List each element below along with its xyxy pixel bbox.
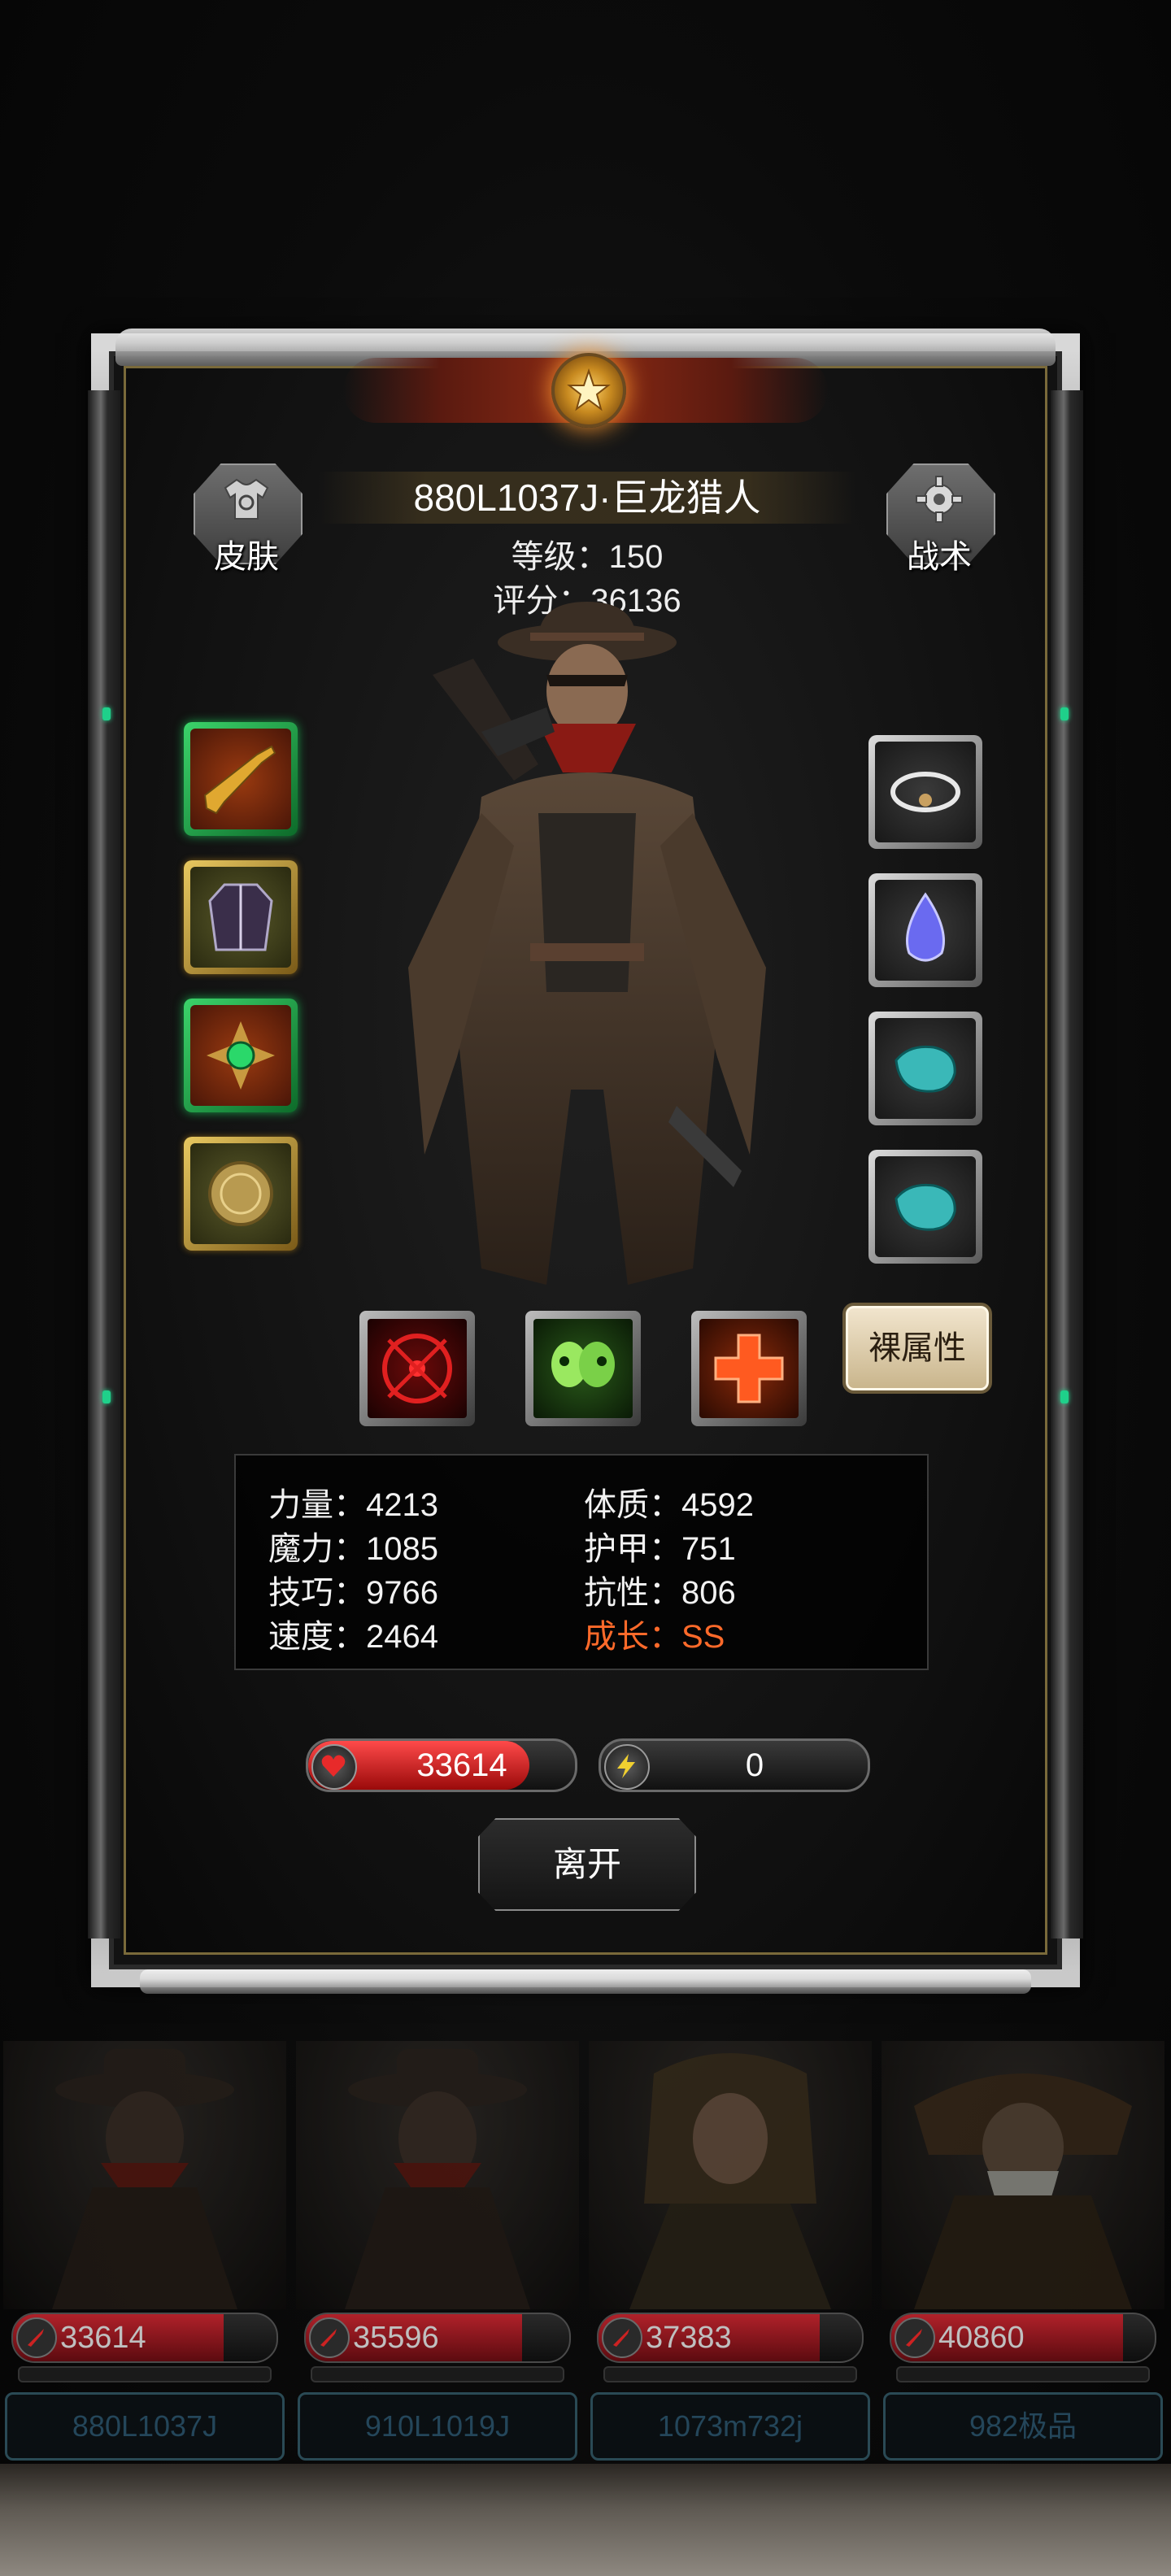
roster-hp-bar: 37383	[597, 2313, 864, 2363]
gear-icon	[916, 476, 963, 523]
roster-sub-bar	[311, 2366, 564, 2382]
tactic-label: 战术	[907, 539, 972, 575]
stat-magic: 魔力：1085	[268, 1531, 438, 1567]
frame-gem	[102, 1390, 111, 1403]
roster-name-box: 1073m732j	[590, 2392, 870, 2461]
tactic-button[interactable]: 战术	[886, 463, 995, 577]
heart-icon	[311, 1744, 357, 1790]
equip-slot-ring[interactable]	[868, 735, 982, 849]
frame-gem	[102, 707, 111, 720]
roster-hp-value: 37383	[646, 2321, 732, 2355]
roster-name: 1073m732j	[657, 2409, 803, 2443]
equip-slot-weapon[interactable]	[184, 722, 298, 836]
heal-cross-icon	[714, 1334, 784, 1403]
equip-slot-gem-3[interactable]	[868, 1150, 982, 1264]
roster-sub-bar	[18, 2366, 272, 2382]
roster-name-box: 982极品	[883, 2392, 1163, 2461]
sword-icon	[16, 2317, 57, 2358]
hero-character-art	[335, 602, 839, 1382]
stat-skill: 技巧：9766	[268, 1575, 438, 1611]
roster-sub-bar	[896, 2366, 1150, 2382]
equip-slot-accessory[interactable]	[184, 999, 298, 1112]
roster-name-box: 880L1037J	[5, 2392, 285, 2461]
skill-button-skulls[interactable]	[525, 1311, 641, 1426]
coat-icon	[208, 883, 273, 951]
roster-hp-value: 33614	[60, 2321, 146, 2355]
leave-label: 离开	[552, 1845, 621, 1883]
equip-slot-armor[interactable]	[184, 860, 298, 974]
stat-speed: 速度：2464	[268, 1619, 438, 1655]
stat-constitution: 体质：4592	[584, 1487, 754, 1523]
leave-button[interactable]: 离开	[478, 1818, 696, 1911]
roster-name: 880L1037J	[72, 2409, 218, 2443]
silver-ring-icon	[890, 772, 960, 812]
roster-sub-bar	[603, 2366, 857, 2382]
stat-armor: 护甲：751	[584, 1531, 736, 1567]
roster-hp-value: 40860	[938, 2321, 1025, 2355]
skill-button-target[interactable]	[359, 1311, 475, 1426]
hp-bar: 33614	[306, 1738, 577, 1792]
roster-card[interactable]: 35596 910L1019J	[293, 2041, 582, 2464]
frame-snow-bottom	[140, 1969, 1031, 1994]
sword-icon	[309, 2317, 350, 2358]
hero-portrait	[296, 2041, 579, 2309]
roster-hp-bar: 33614	[11, 2313, 278, 2363]
energy-value: 0	[745, 1747, 764, 1783]
roster-name: 910L1019J	[364, 2409, 511, 2443]
skulls-icon	[551, 1342, 615, 1387]
frame-pillar-right	[1051, 390, 1083, 1939]
hero-detail-panel: 880L1037J·巨龙猎人 等级：150 评分：36136 皮肤 战术 裸属性…	[88, 329, 1083, 1994]
roster-hp-bar: 40860	[890, 2313, 1156, 2363]
stat-strength: 力量：4213	[268, 1487, 438, 1523]
hero-portrait	[589, 2041, 872, 2309]
ground-strip	[0, 2464, 1171, 2576]
stats-panel: 力量：4213 体质：4592 魔力：1085 护甲：751 技巧：9766 抗…	[234, 1454, 929, 1670]
skill-button-heal[interactable]	[691, 1311, 807, 1426]
teal-stone-icon	[895, 1045, 956, 1093]
hp-value: 33614	[416, 1747, 507, 1783]
hero-portrait	[3, 2041, 286, 2309]
emerald-brooch-icon	[207, 1021, 275, 1090]
roster-hp-value: 35596	[353, 2321, 439, 2355]
shotgun-icon	[203, 745, 276, 815]
sword-icon	[602, 2317, 642, 2358]
equip-slot-medal[interactable]	[184, 1137, 298, 1251]
hero-portrait	[882, 2041, 1164, 2309]
shirt-icon	[224, 478, 269, 520]
hero-roster: 33614 880L1037J 35596 910L1019J 37383 10…	[0, 2041, 1171, 2464]
roster-card[interactable]: 37383 1073m732j	[586, 2041, 875, 2464]
frame-pillar-left	[88, 390, 120, 1939]
roster-hp-bar: 35596	[304, 2313, 571, 2363]
roster-card[interactable]: 40860 982极品	[878, 2041, 1168, 2464]
hero-name: 880L1037J·巨龙猎人	[413, 476, 761, 519]
blue-crystal-icon	[906, 892, 945, 962]
energy-bar: 0	[599, 1738, 870, 1792]
skin-label: 皮肤	[214, 539, 279, 575]
equip-slot-gem-2[interactable]	[868, 1012, 982, 1125]
star-emblem-icon	[551, 353, 626, 428]
gold-medallion-icon	[208, 1161, 273, 1226]
skin-button[interactable]: 皮肤	[194, 463, 303, 577]
naked-attributes-label: 裸属性	[868, 1330, 966, 1366]
lightning-icon	[604, 1744, 650, 1790]
naked-attributes-button[interactable]: 裸属性	[842, 1303, 992, 1394]
stat-growth: 成长：SS	[584, 1619, 725, 1655]
frame-gem	[1060, 707, 1069, 720]
roster-card[interactable]: 33614 880L1037J	[0, 2041, 289, 2464]
sword-icon	[895, 2317, 935, 2358]
hero-level: 等级：150	[511, 539, 664, 575]
target-icon	[382, 1334, 452, 1403]
teal-stone-icon	[895, 1183, 956, 1231]
roster-name-box: 910L1019J	[298, 2392, 577, 2461]
roster-name: 982极品	[969, 2409, 1077, 2443]
equip-slot-gem-1[interactable]	[868, 873, 982, 987]
stat-resistance: 抗性：806	[584, 1575, 736, 1611]
frame-gem	[1060, 1390, 1069, 1403]
